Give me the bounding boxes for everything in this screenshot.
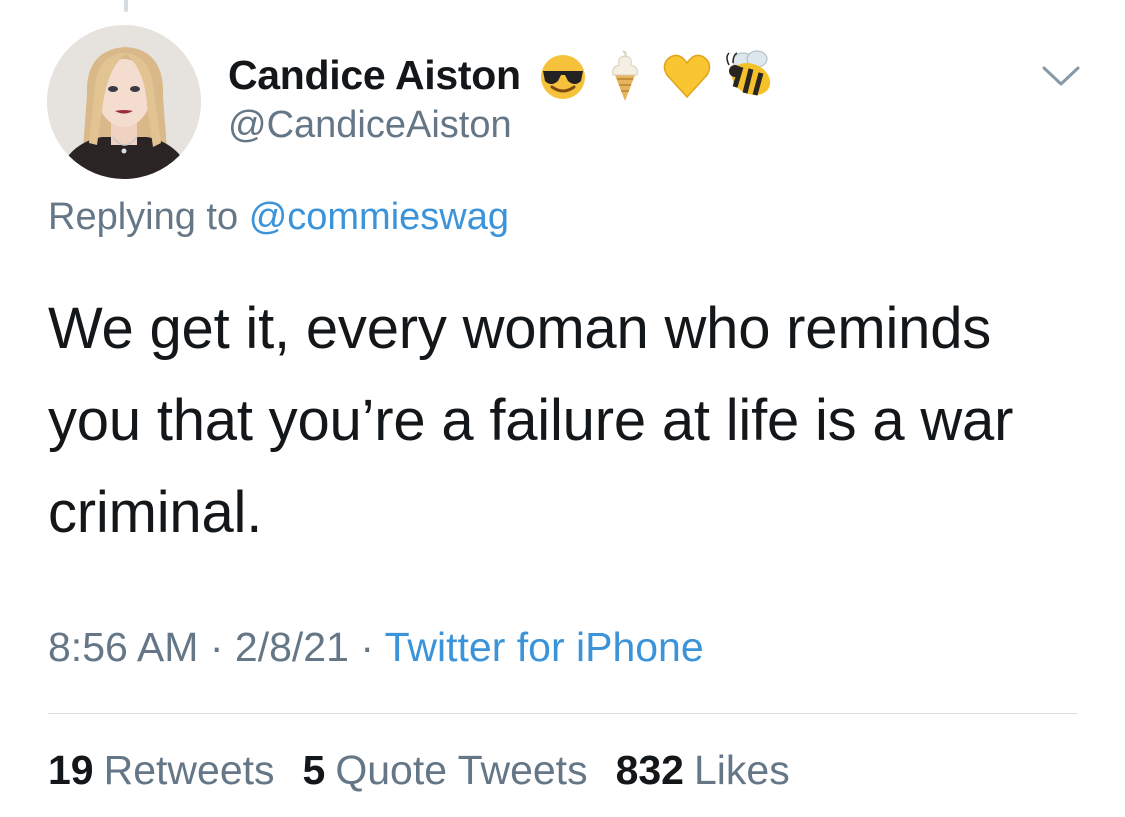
tweet-meta: 8:56 AM · 2/8/21 · Twitter for iPhone	[48, 624, 704, 671]
retweets-count: 19	[48, 747, 94, 793]
smiling-face-with-sunglasses-icon	[535, 47, 591, 103]
name-row: Candice Aiston	[228, 44, 1045, 106]
thread-connector-line	[124, 0, 128, 12]
soft-ice-cream-icon	[597, 47, 653, 103]
tweet-header: Candice Aiston @CandiceAiston	[228, 44, 1045, 147]
meta-separator: ·	[360, 624, 374, 670]
chevron-down-icon[interactable]	[1040, 60, 1082, 90]
replying-to-label: Replying to	[48, 196, 239, 238]
retweets-label: Retweets	[103, 747, 275, 793]
quote-tweets-count: 5	[302, 747, 326, 793]
tweet-source-link[interactable]: Twitter for iPhone	[385, 624, 704, 670]
meta-separator: ·	[209, 624, 224, 670]
likes-label: Likes	[694, 747, 790, 793]
author-display-name[interactable]: Candice Aiston	[228, 52, 521, 99]
likes-count: 832	[615, 747, 684, 793]
retweets-stat[interactable]: 19 Retweets	[48, 747, 275, 794]
quote-tweets-stat[interactable]: 5 Quote Tweets	[303, 747, 588, 794]
author-handle[interactable]: @CandiceAiston	[228, 104, 1045, 147]
tweet-time[interactable]: 8:56 AM	[48, 624, 198, 670]
quote-tweets-label: Quote Tweets	[335, 747, 588, 793]
likes-stat[interactable]: 832 Likes	[616, 747, 790, 794]
avatar[interactable]	[47, 25, 201, 179]
honeybee-icon	[721, 47, 777, 103]
engagement-stats: 19 Retweets 5 Quote Tweets 832 Likes	[48, 747, 790, 794]
yellow-heart-icon	[659, 47, 715, 103]
name-emoji-row	[535, 47, 777, 103]
replying-to-line: Replying to @commieswag	[48, 196, 509, 239]
divider	[48, 713, 1077, 714]
reply-mention-link[interactable]: @commieswag	[249, 196, 509, 238]
tweet-body-text: We get it, every woman who reminds you t…	[48, 296, 1014, 545]
tweet-date[interactable]: 2/8/21	[235, 624, 349, 670]
